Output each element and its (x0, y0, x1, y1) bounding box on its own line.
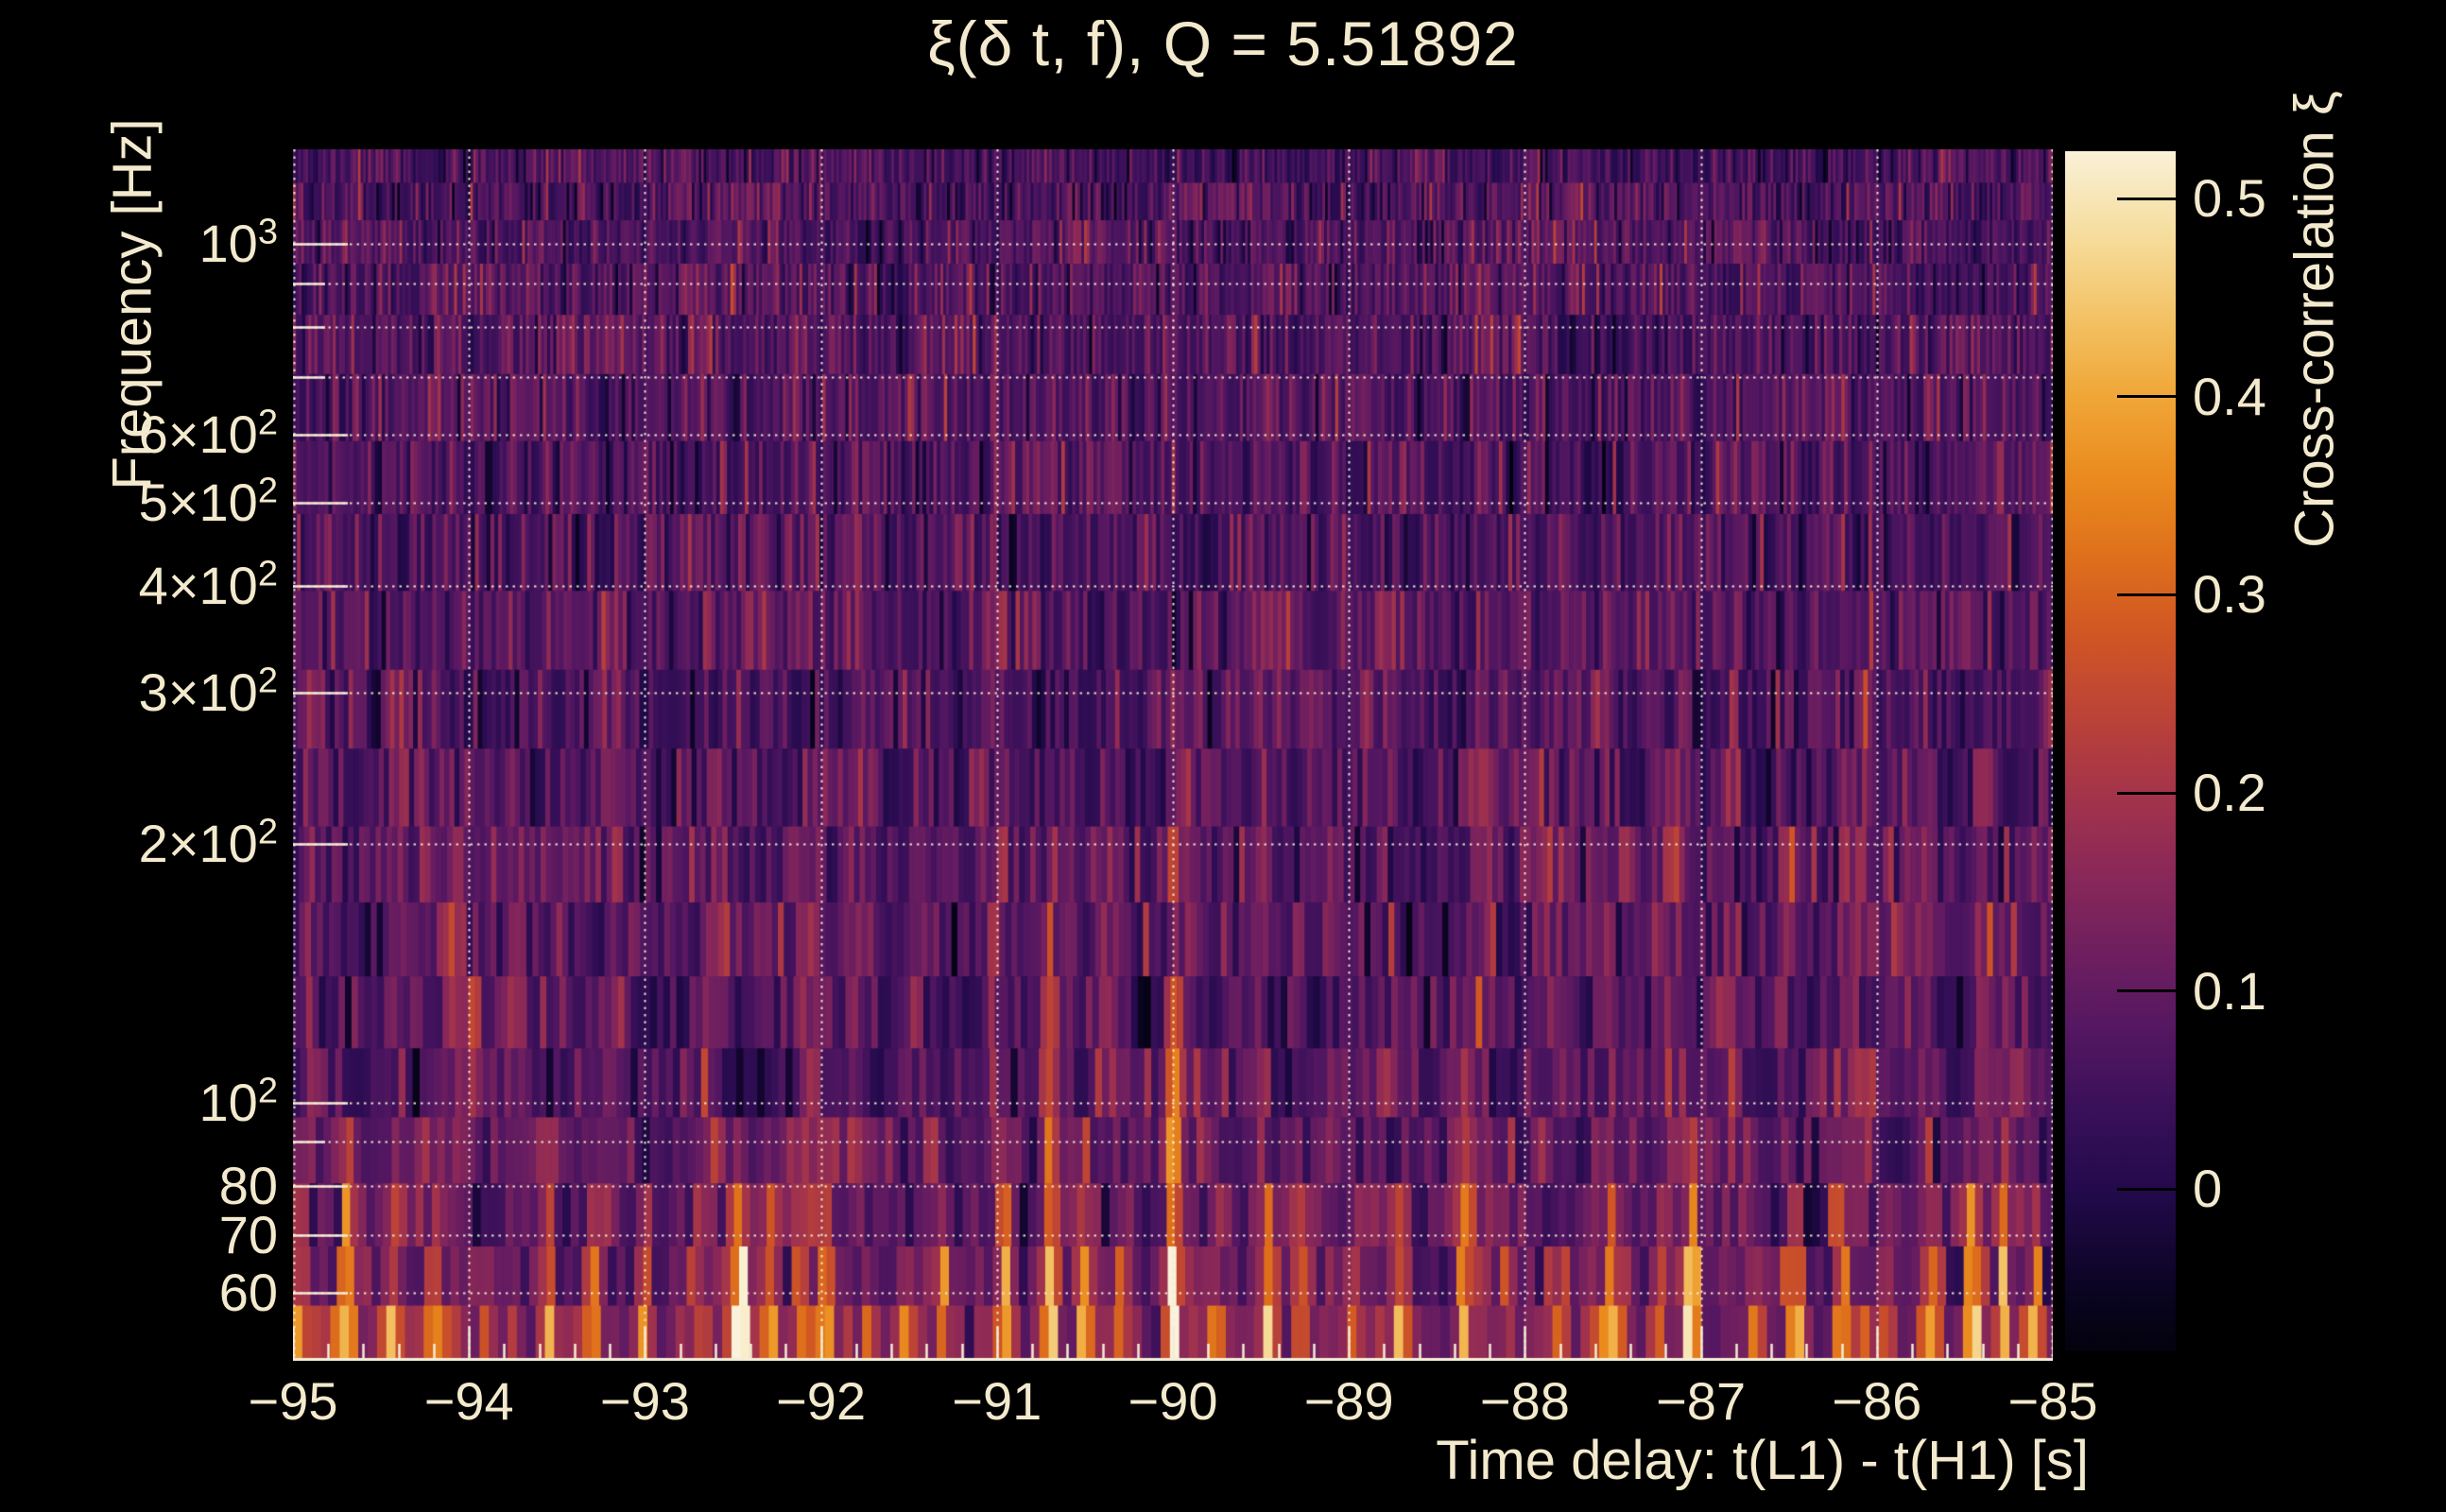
y-tick-label: 5×102 (0, 465, 278, 541)
x-tick-label: −91 (903, 1370, 1092, 1432)
y-tick-label: 102 (0, 1065, 278, 1141)
heatmap-canvas (293, 149, 2053, 1361)
colorbar-tick (2117, 395, 2176, 398)
colorbar-tick-label: 0.2 (2193, 765, 2266, 821)
x-tick-label: −90 (1078, 1370, 1267, 1432)
colorbar-tick-label: 0.5 (2193, 170, 2266, 227)
x-tick-label: −85 (1958, 1370, 2147, 1432)
x-axis-title: Time delay: t(L1) - t(H1) [s] (1436, 1429, 2089, 1492)
colorbar-tick (2117, 1188, 2176, 1191)
y-tick-label: 60 (0, 1255, 278, 1331)
plot-title: ξ(δ t, f), Q = 5.51892 (0, 8, 2446, 79)
x-tick-label: −86 (1783, 1370, 1972, 1432)
colorbar-tick-label: 0.3 (2193, 566, 2266, 623)
colorbar-tick (2117, 198, 2176, 200)
colorbar (2065, 151, 2176, 1351)
x-tick-label: −95 (198, 1370, 388, 1432)
y-tick-label: 4×102 (0, 548, 278, 624)
colorbar-tick-label: 0.4 (2193, 369, 2266, 425)
y-tick-label: 2×102 (0, 806, 278, 882)
x-tick-label: −87 (1607, 1370, 1796, 1432)
colorbar-tick (2117, 593, 2176, 596)
x-tick-label: −92 (727, 1370, 916, 1432)
y-tick-label: 3×102 (0, 655, 278, 730)
colorbar-tick (2117, 989, 2176, 992)
x-tick-label: −93 (550, 1370, 739, 1432)
y-tick-label: 103 (0, 206, 278, 282)
colorbar-tick-label: 0 (2193, 1160, 2222, 1217)
y-tick-label: 6×102 (0, 397, 278, 472)
x-tick-label: −88 (1430, 1370, 1619, 1432)
qscan-figure: ξ(δ t, f), Q = 5.51892 Frequency [Hz] 10… (0, 0, 2446, 1512)
colorbar-tick-label: 0.1 (2193, 963, 2266, 1020)
x-tick-label: −94 (374, 1370, 563, 1432)
colorbar-tick (2117, 792, 2176, 795)
x-tick-label: −89 (1254, 1370, 1443, 1432)
colorbar-title: Cross-correlation ξ (2283, 91, 2347, 548)
